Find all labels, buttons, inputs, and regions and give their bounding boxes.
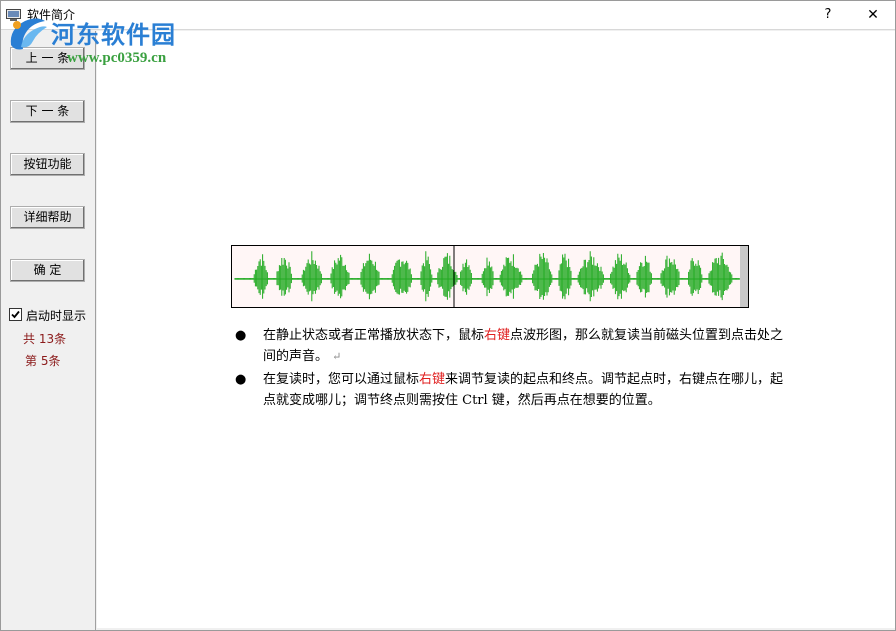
checkbox-box[interactable] xyxy=(9,308,22,321)
show-on-startup-label: 启动时显示 xyxy=(26,309,87,323)
bullet-text: 在复读时，您可以通过鼠标 xyxy=(263,372,420,387)
waveform-scroll-edge xyxy=(740,246,748,307)
close-button[interactable]: ✕ xyxy=(858,3,888,27)
bullet-item: ● 在复读时，您可以通过鼠标右键来调节复读的起点和终点。调节起点时，右键点在哪儿… xyxy=(231,369,791,411)
watermark-logo-icon xyxy=(7,15,49,53)
waveform-trace xyxy=(234,251,740,302)
tip-text: ● 在静止状态或者正常播放状态下，鼠标右键点波形图，那么就复读当前磁头位置到点击… xyxy=(231,325,791,411)
tip-content: ● 在静止状态或者正常播放状态下，鼠标右键点波形图，那么就复读当前磁头位置到点击… xyxy=(97,31,895,628)
waveform-image xyxy=(231,245,749,308)
ok-button[interactable]: 确 定 xyxy=(10,259,85,282)
button-functions-button[interactable]: 按钮功能 xyxy=(10,153,85,176)
current-index: 第 5条 xyxy=(25,354,61,368)
bullet-highlight: 右键 xyxy=(484,328,511,343)
bullet-dot-icon: ● xyxy=(235,372,247,387)
waveform-graphic xyxy=(234,246,748,307)
detailed-help-button[interactable]: 详细帮助 xyxy=(10,206,85,229)
app-window: 软件简介 ? ✕ 河东软件园 www.pc0359.cn 上 一 条 下 一 条… xyxy=(0,0,896,631)
help-button[interactable]: ? xyxy=(814,3,842,27)
watermark: 河东软件园 www.pc0359.cn xyxy=(7,13,227,73)
sidebar: 上 一 条 下 一 条 按钮功能 详细帮助 确 定 启动时显示 共 13条 第 … xyxy=(1,31,96,630)
bullet-highlight: 右键 xyxy=(419,372,446,387)
bullet-dot-icon: ● xyxy=(235,328,247,343)
next-button[interactable]: 下 一 条 xyxy=(10,100,85,123)
paragraph-mark: ↵ xyxy=(332,350,342,363)
watermark-url: www.pc0359.cn xyxy=(67,50,167,66)
watermark-site-name: 河东软件园 xyxy=(51,20,176,49)
check-icon xyxy=(11,310,20,319)
total-count: 共 13条 xyxy=(23,332,67,346)
bullet-text: 在静止状态或者正常播放状态下，鼠标 xyxy=(263,328,485,343)
bullet-item: ● 在静止状态或者正常播放状态下，鼠标右键点波形图，那么就复读当前磁头位置到点击… xyxy=(231,325,791,367)
